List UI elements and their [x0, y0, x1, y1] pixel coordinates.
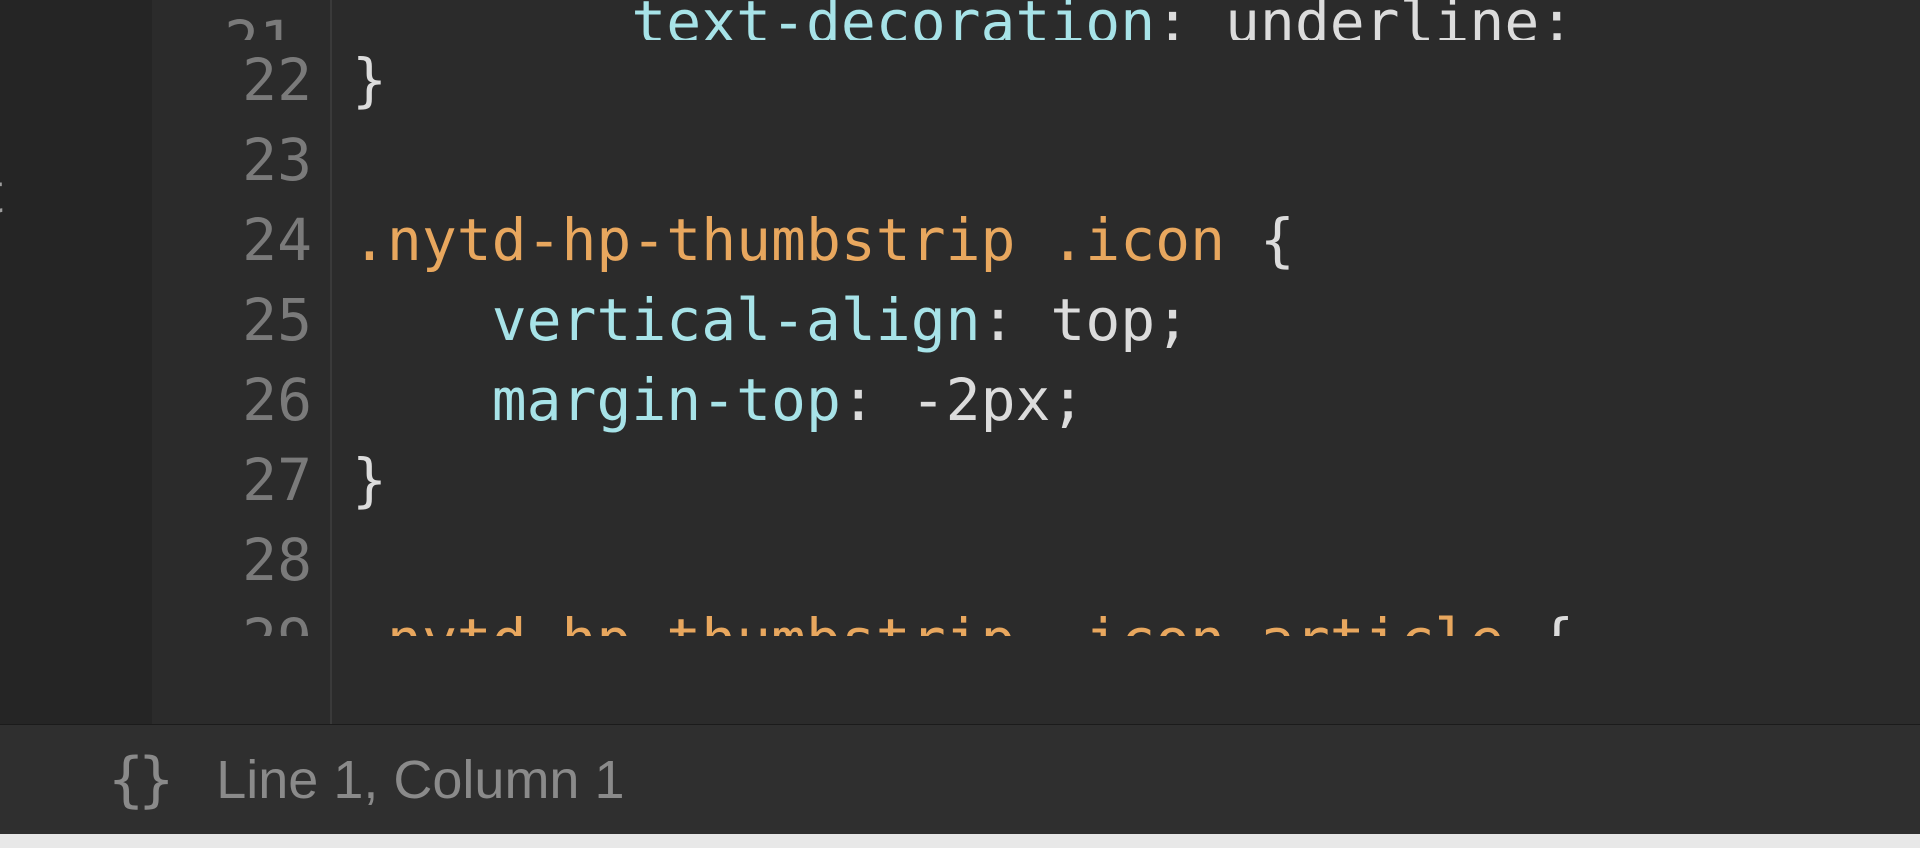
code-token: :: [841, 366, 911, 434]
code-line[interactable]: [352, 520, 1920, 600]
line-number-gutter: 212223242526272829: [152, 0, 332, 724]
code-line[interactable]: vertical-align: top;: [352, 280, 1920, 360]
sidebar-file-label[interactable]: et: [0, 160, 3, 225]
code-token: article: [1260, 606, 1539, 636]
sidebar[interactable]: et: [0, 0, 152, 724]
line-number: 23: [152, 120, 312, 200]
code-line[interactable]: text-decoration: underline;: [352, 0, 1920, 40]
code-token: ;: [1050, 366, 1085, 434]
cursor-position-label: Line 1, Column 1: [216, 749, 624, 811]
code-token: underline: [1225, 0, 1539, 40]
window-bottom-edge: [0, 834, 1920, 848]
code-line[interactable]: .nytd-hp-thumbstrip .icon article {: [352, 600, 1920, 636]
code-line[interactable]: [352, 120, 1920, 200]
line-number: 25: [152, 280, 312, 360]
code-token: vertical-align: [492, 286, 981, 354]
code-token: .icon: [1050, 206, 1260, 274]
code-token: }: [352, 446, 387, 514]
code-token: ;: [1155, 286, 1190, 354]
app-root: et 212223242526272829 text-decoration: u…: [0, 0, 1920, 848]
code-line[interactable]: }: [352, 440, 1920, 520]
code-token: :: [981, 286, 1051, 354]
code-token: text-decoration: [631, 0, 1155, 40]
code-token: :: [1155, 0, 1225, 40]
status-bar: {} Line 1, Column 1: [0, 724, 1920, 834]
code-token: top: [1050, 286, 1155, 354]
code-area[interactable]: text-decoration: underline;} .nytd-hp-thu…: [332, 0, 1920, 724]
line-number: 21: [152, 0, 312, 40]
braces-icon[interactable]: {}: [108, 745, 168, 815]
line-number: 27: [152, 440, 312, 520]
line-number: 24: [152, 200, 312, 280]
code-line[interactable]: margin-top: -2px;: [352, 360, 1920, 440]
code-token: margin-top: [492, 366, 841, 434]
code-token: {: [1260, 206, 1295, 274]
line-number: 29: [152, 600, 312, 636]
code-token: .nytd-hp-thumbstrip: [352, 606, 1050, 636]
line-number: 26: [152, 360, 312, 440]
code-token: .icon: [1050, 606, 1260, 636]
code-line[interactable]: .nytd-hp-thumbstrip .icon {: [352, 200, 1920, 280]
code-token: ;: [1539, 0, 1574, 40]
code-token: .nytd-hp-thumbstrip: [352, 206, 1050, 274]
main-row: et 212223242526272829 text-decoration: u…: [0, 0, 1920, 724]
code-token: -2px: [911, 366, 1051, 434]
line-number: 22: [152, 40, 312, 120]
code-token: {: [1539, 606, 1574, 636]
code-editor[interactable]: 212223242526272829 text-decoration: unde…: [152, 0, 1920, 724]
code-line[interactable]: }: [352, 40, 1920, 120]
code-token: }: [352, 46, 387, 114]
line-number: 28: [152, 520, 312, 600]
